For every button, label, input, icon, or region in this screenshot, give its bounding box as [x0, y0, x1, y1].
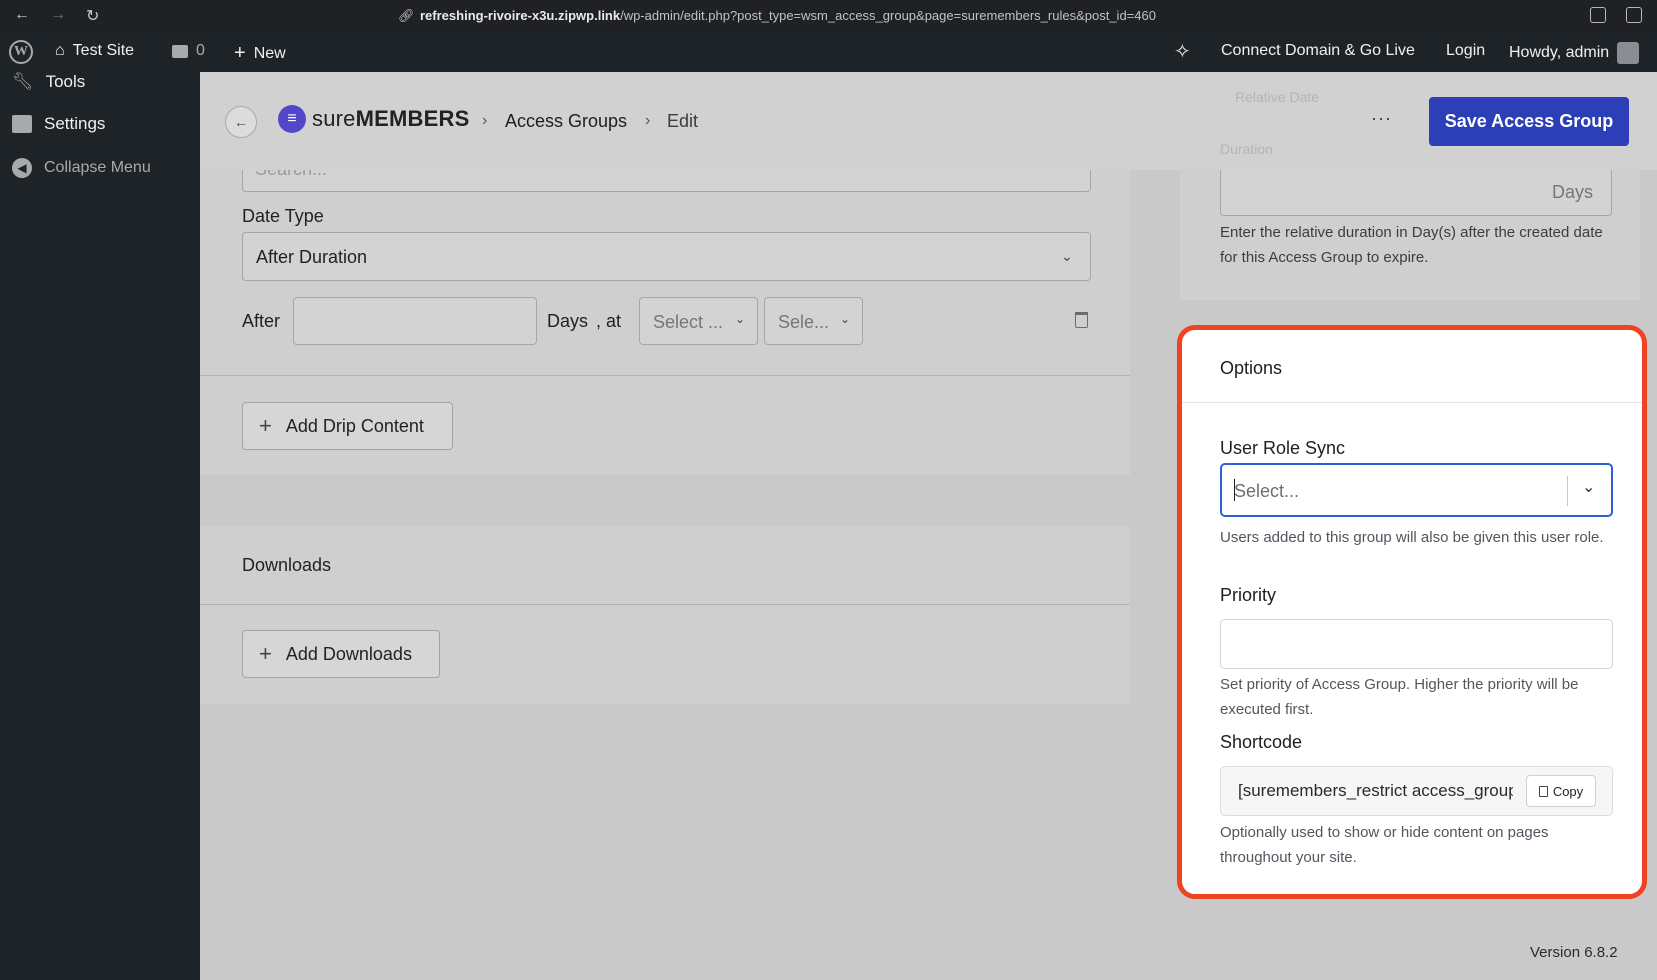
comment-bubble-icon: [172, 44, 188, 58]
time-hour-select[interactable]: Select ... ⌄: [639, 297, 758, 345]
at-label: , at: [596, 311, 622, 331]
relative-date-placeholder: Relative Date: [1235, 89, 1320, 105]
plus-icon: +: [234, 42, 246, 64]
trash-icon[interactable]: [1075, 312, 1088, 328]
back-arrow-icon: ←: [234, 114, 248, 130]
copy-label: Copy: [1552, 783, 1584, 799]
options-divider: [1182, 402, 1642, 403]
sidebar-item-label: Settings: [44, 114, 106, 133]
shortcode-value: [suremembers_restrict access_group="460"…: [1238, 781, 1513, 800]
user-role-sync-select[interactable]: Select... ⌄: [1220, 463, 1613, 517]
date-type-select[interactable]: After Duration ⌄: [242, 232, 1091, 281]
link-icon: 🔗︎: [398, 8, 415, 23]
sidebar-toggle-icon[interactable]: [1626, 7, 1642, 23]
site-name: Test Site: [72, 42, 135, 59]
back-button[interactable]: ←: [225, 106, 257, 138]
time-minute-select[interactable]: Sele... ⌄: [764, 297, 863, 345]
priority-input[interactable]: [1220, 619, 1613, 669]
breadcrumb-edit: Edit: [667, 111, 699, 131]
forward-arrow-icon[interactable]: →: [50, 6, 66, 24]
wordpress-logo-icon[interactable]: W: [9, 40, 33, 64]
days-label: Days: [547, 311, 589, 331]
new-label: New: [253, 44, 286, 62]
panel-divider: [200, 604, 1130, 605]
user-role-help-text: Users added to this group will also be g…: [1220, 529, 1604, 546]
site-name-link[interactable]: ⌂ Test Site: [55, 42, 134, 60]
home-icon: ⌂: [55, 42, 65, 59]
address-bar[interactable]: refreshing-rivoire-x3u.zipwp.link/wp-adm…: [420, 8, 1156, 23]
collapse-arrow-icon: ◀: [12, 158, 32, 178]
connect-domain-label: Connect Domain & Go Live: [1221, 42, 1415, 59]
reload-icon[interactable]: ↻: [86, 6, 99, 26]
plus-icon: +: [259, 413, 272, 438]
user-role-placeholder: Select...: [1234, 481, 1300, 501]
copy-shortcode-button[interactable]: Copy: [1526, 775, 1596, 807]
login-link[interactable]: Login: [1446, 42, 1485, 60]
plus-icon: +: [259, 641, 272, 666]
user-role-sync-label: User Role Sync: [1220, 438, 1346, 458]
url-path: /wp-admin/edit.php?post_type=wsm_access_…: [620, 8, 1156, 23]
expiry-duration-input[interactable]: Days: [1220, 170, 1612, 216]
version-text: Version 6.8.2: [1530, 944, 1618, 961]
panel-divider: [200, 375, 1130, 376]
sidebar-item-tools[interactable]: 🔧︎ Tools: [12, 72, 85, 92]
chevron-down-icon: ⌄: [840, 312, 851, 326]
sparkle-icon[interactable]: ✧: [1174, 39, 1191, 64]
add-drip-content-button[interactable]: + Add Drip Content: [242, 402, 453, 450]
url-host: refreshing-rivoire-x3u.zipwp.link: [420, 8, 621, 23]
add-downloads-button[interactable]: + Add Downloads: [242, 630, 440, 678]
select-separator: [1567, 476, 1568, 506]
time-hour-placeholder: Select ...: [653, 312, 724, 332]
login-label: Login: [1446, 42, 1486, 59]
sidebar-item-label: Collapse Menu: [44, 159, 151, 176]
expiry-help-text: Enter the relative duration in Day(s) af…: [1220, 224, 1603, 266]
options-card: Options User Role Sync Select... ⌄ Users…: [1177, 325, 1647, 899]
sidebar-item-settings[interactable]: Settings: [12, 114, 105, 134]
copy-icon: [1538, 785, 1548, 797]
after-days-input[interactable]: [293, 297, 537, 345]
chevron-down-icon: ⌄: [735, 312, 746, 326]
downloads-title: Downloads: [242, 555, 332, 575]
brand-name: sureMEMBERS: [312, 106, 470, 131]
suremembers-logo[interactable]: ≡ sureMEMBERS: [278, 105, 469, 133]
add-drip-content-label: Add Drip Content: [285, 415, 424, 436]
breadcrumb-access-groups[interactable]: Access Groups: [505, 111, 627, 132]
connect-domain-link[interactable]: Connect Domain & Go Live: [1221, 42, 1415, 60]
priority-help-text: Set priority of Access Group. Higher the…: [1220, 676, 1579, 718]
howdy-account-menu[interactable]: Howdy, admin: [1509, 42, 1640, 64]
back-arrow-icon[interactable]: ←: [14, 6, 30, 24]
add-downloads-label: Add Downloads: [285, 643, 412, 664]
sidebar-item-collapse-menu[interactable]: ◀ Collapse Menu: [12, 158, 151, 178]
settings-sliders-icon: [12, 115, 32, 133]
more-options-icon[interactable]: ···: [1371, 108, 1392, 129]
duration-label: Duration: [1220, 141, 1273, 157]
save-access-group-button[interactable]: Save Access Group: [1429, 97, 1629, 146]
options-title: Options: [1220, 358, 1283, 378]
suremembers-logo-icon: ≡: [278, 105, 306, 133]
date-type-value: After Duration: [256, 247, 368, 267]
chevron-down-icon[interactable]: ⌄: [1582, 477, 1595, 497]
time-minute-placeholder: Sele...: [778, 312, 830, 332]
breadcrumb-separator-icon: ›: [645, 112, 651, 129]
extensions-icon[interactable]: [1590, 7, 1606, 23]
shortcode-label: Shortcode: [1220, 732, 1303, 752]
shortcode-field[interactable]: [suremembers_restrict access_group="460"…: [1220, 766, 1613, 816]
avatar: [1617, 42, 1640, 64]
howdy-label: Howdy, admin: [1509, 44, 1610, 61]
breadcrumb-separator-icon: ›: [482, 112, 488, 129]
shortcode-help-text: Optionally used to show or hide content …: [1220, 824, 1549, 866]
days-suffix: Days: [1552, 182, 1594, 202]
wrench-icon: 🔧︎: [12, 72, 34, 91]
after-label: After: [242, 311, 281, 331]
sidebar-item-label: Tools: [45, 72, 86, 91]
admin-sidebar: 🔧︎ Tools Settings ◀ Collapse Menu: [0, 72, 200, 980]
comments-link[interactable]: 0: [172, 42, 205, 60]
wp-admin-bar: W ⌂ Test Site 0 + New ✧ Connect Domain &…: [0, 32, 1657, 72]
comments-count: 0: [196, 42, 205, 59]
date-type-label: Date Type: [242, 206, 324, 226]
priority-label: Priority: [1220, 585, 1277, 605]
browser-toolbar: ← → ↻ 🔗︎ refreshing-rivoire-x3u.zipwp.li…: [0, 0, 1657, 32]
chevron-down-icon: ⌄: [1061, 248, 1073, 264]
new-content-link[interactable]: + New: [234, 42, 286, 65]
